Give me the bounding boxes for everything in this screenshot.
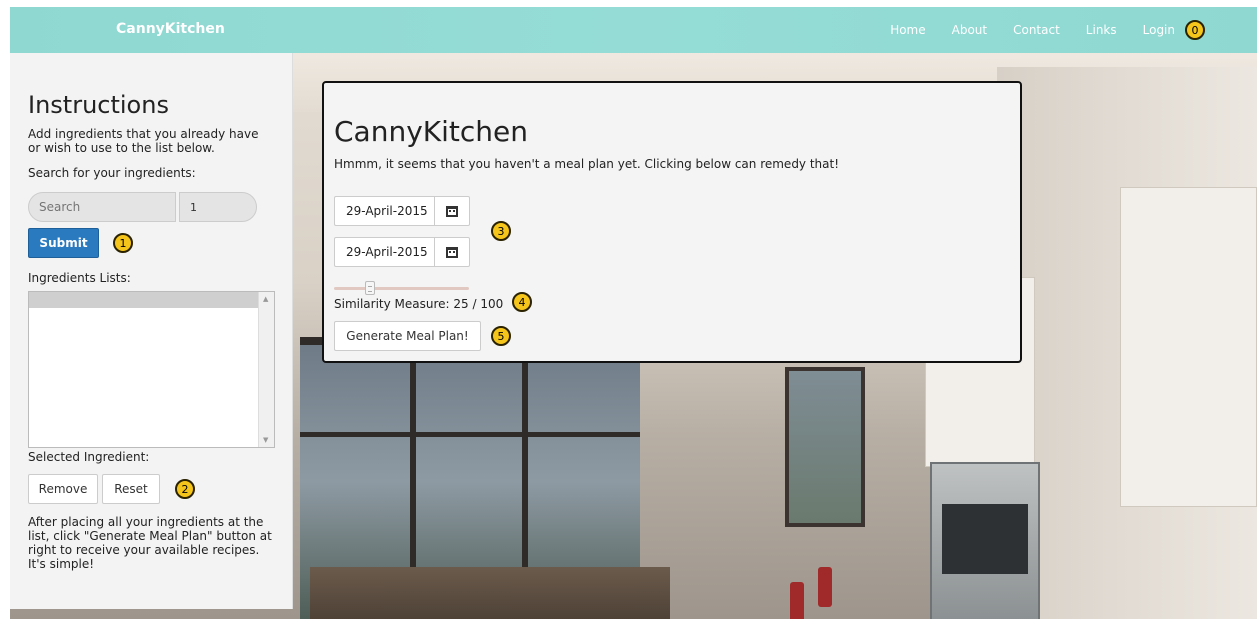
oven [930,462,1040,619]
slider-handle[interactable] [365,281,375,295]
slider-track[interactable] [334,287,469,290]
vase [818,567,832,607]
similarity-slider[interactable] [334,281,469,295]
meal-plan-panel: CannyKitchen Hmmm, it seems that you hav… [322,81,1022,363]
quantity-input[interactable] [179,192,257,222]
start-date-field[interactable]: 29-April-2015 [334,196,434,226]
end-date-field[interactable]: 29-April-2015 [334,237,434,267]
annotation-badge-5: 5 [491,326,511,346]
scroll-down-icon[interactable]: ▼ [263,436,268,444]
search-input[interactable] [28,192,176,222]
instructions-sidebar: Instructions Add ingredients that you al… [10,53,293,609]
panel-title: CannyKitchen [334,115,529,148]
selected-ingredient-label: Selected Ingredient: [28,450,150,464]
calendar-icon [446,205,458,217]
navbar: CannyKitchen Home About Contact Links Lo… [10,7,1257,53]
panel-subtitle: Hmmm, it seems that you haven't a meal p… [334,157,840,171]
calendar-icon [446,246,458,258]
ingredients-listbox[interactable]: ▲ ▼ [28,291,275,448]
scroll-up-icon[interactable]: ▲ [263,295,268,303]
remove-button[interactable]: Remove [28,474,98,504]
sidebar-intro: Add ingredients that you already have or… [28,127,259,155]
nav-about[interactable]: About [939,23,1000,37]
submit-button[interactable]: Submit [28,228,99,258]
brand-logo[interactable]: CannyKitchen [116,21,225,37]
annotation-badge-3: 3 [491,221,511,241]
annotation-badge-0: 0 [1185,20,1205,40]
ingredients-lists-label: Ingredients Lists: [28,271,131,285]
sidebar-title: Instructions [28,91,169,119]
search-row [28,192,257,222]
start-date-calendar-button[interactable] [434,196,470,226]
end-date-calendar-button[interactable] [434,237,470,267]
end-date-picker: 29-April-2015 [334,237,470,267]
generate-meal-plan-button[interactable]: Generate Meal Plan! [334,321,481,351]
annotation-badge-1: 1 [113,233,133,253]
list-item[interactable] [29,292,258,308]
search-label: Search for your ingredients: [28,166,196,180]
similarity-label: Similarity Measure: 25 / 100 [334,297,504,311]
nav-links[interactable]: Links [1073,23,1130,37]
nav-home[interactable]: Home [877,23,938,37]
nav-contact[interactable]: Contact [1000,23,1073,37]
vase [790,582,804,619]
nav-login[interactable]: Login [1130,23,1181,37]
reset-button[interactable]: Reset [102,474,160,504]
cabinet [1120,187,1257,507]
annotation-badge-2: 2 [175,479,195,499]
dining-table [310,567,670,619]
small-window [785,367,865,527]
listbox-scrollbar[interactable]: ▲ ▼ [258,292,274,447]
start-date-picker: 29-April-2015 [334,196,470,226]
annotation-badge-4: 4 [512,292,532,312]
nav-links: Home About Contact Links Login 0 [877,7,1257,53]
sidebar-outro: After placing all your ingredients at th… [28,515,272,571]
